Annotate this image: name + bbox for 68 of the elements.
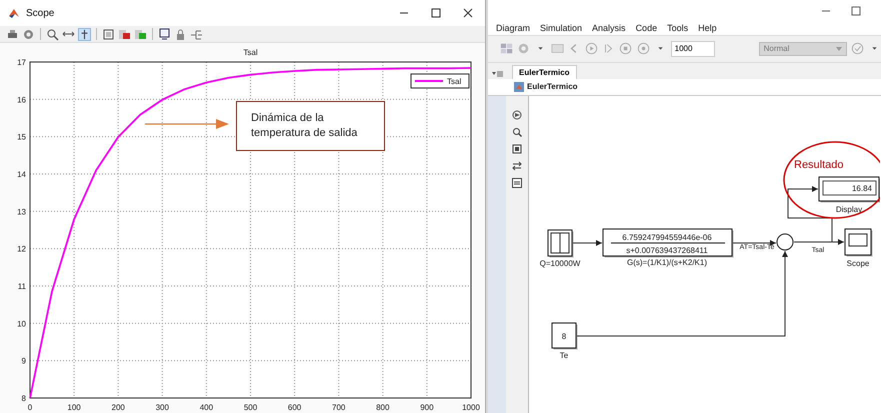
- y-tick-label: 12: [17, 244, 26, 254]
- restore-icon[interactable]: [118, 28, 131, 41]
- signal-line: [572, 240, 602, 246]
- navigate-icon[interactable]: [512, 110, 522, 120]
- menu-item[interactable]: Code: [636, 23, 658, 34]
- check-icon[interactable]: [850, 41, 864, 56]
- window-title: Scope: [26, 8, 54, 19]
- arrows-icon[interactable]: [512, 161, 522, 171]
- menu-item[interactable]: Diagram: [496, 23, 530, 34]
- x-tick-label: 500: [244, 403, 258, 412]
- scope-block: [844, 228, 872, 256]
- y-tick-label: 13: [17, 207, 26, 216]
- block-label: Te: [560, 351, 568, 360]
- callout-text: Resultado: [794, 159, 844, 171]
- menu-icon[interactable]: [492, 68, 504, 79]
- x-tick-label: 200: [112, 403, 125, 412]
- app-logo-icon: [8, 7, 20, 20]
- y-tick-label: 16: [17, 95, 26, 104]
- menu-item[interactable]: Tools: [667, 23, 688, 34]
- legend: Tsal: [410, 74, 470, 88]
- pan-icon[interactable]: [78, 28, 91, 41]
- transfer-function-block: 6.759247994559446e-06 s+0.007639437268411: [602, 228, 734, 258]
- x-tick-label: 900: [420, 403, 434, 412]
- block-label: Display: [836, 205, 862, 214]
- constant-block: 8: [552, 322, 578, 350]
- maximize-icon[interactable]: [851, 6, 861, 16]
- maximize-icon[interactable]: [431, 8, 441, 18]
- x-tick-label: 700: [332, 403, 346, 412]
- legend-label: Tsal: [447, 77, 462, 86]
- y-tick-label: 10: [17, 319, 26, 328]
- monitor-icon[interactable]: [158, 28, 171, 41]
- block-label: Scope: [846, 259, 870, 268]
- x-tick-label: 400: [200, 403, 214, 412]
- x-tick-label: 800: [376, 403, 390, 412]
- annotation-icon[interactable]: [512, 178, 522, 188]
- y-tick-label: 17: [17, 58, 26, 67]
- x-tick-label: 0: [28, 403, 32, 412]
- x-tick-label: 600: [288, 403, 302, 412]
- menu-item[interactable]: Analysis: [592, 23, 626, 34]
- callout-text: Dinámica de la temperatura de salida: [251, 111, 358, 141]
- printer-icon[interactable]: [6, 28, 19, 41]
- y-tick-label: 11: [18, 282, 26, 291]
- autoscale-icon[interactable]: [102, 28, 115, 41]
- block-label: Q=10000W: [540, 259, 580, 268]
- stop-time-field[interactable]: 1000: [670, 40, 715, 57]
- x-tick-label: 100: [67, 403, 81, 412]
- sum-block: [776, 234, 794, 250]
- breadcrumb[interactable]: EulerTermico: [527, 82, 578, 92]
- display-block: 16.84: [818, 176, 880, 202]
- block-label: G(s)=(1/K1)/(s+K2/K1): [626, 258, 708, 267]
- fit-view-icon[interactable]: [512, 144, 522, 154]
- y-tick-label: 15: [17, 132, 26, 142]
- y-tick-label: 8: [22, 394, 26, 403]
- caret-icon: [836, 46, 842, 51]
- zoom-in-icon[interactable]: [46, 28, 59, 41]
- restore-icon[interactable]: [134, 28, 147, 41]
- zoom-icon[interactable]: [512, 127, 522, 137]
- model-tab[interactable]: EulerTermico: [512, 64, 577, 79]
- menu-item[interactable]: Simulation: [540, 23, 582, 34]
- x-tick-label: 1000: [462, 403, 480, 412]
- y-tick-label: 14: [17, 170, 26, 179]
- close-icon[interactable]: [463, 8, 473, 18]
- x-tick-label: 300: [156, 403, 169, 412]
- chart-title: Tsal: [243, 48, 258, 57]
- model-icon[interactable]: [514, 82, 524, 92]
- step-block: [548, 230, 574, 258]
- y-tick-label: 9: [22, 356, 26, 366]
- menu-item[interactable]: Help: [698, 23, 717, 34]
